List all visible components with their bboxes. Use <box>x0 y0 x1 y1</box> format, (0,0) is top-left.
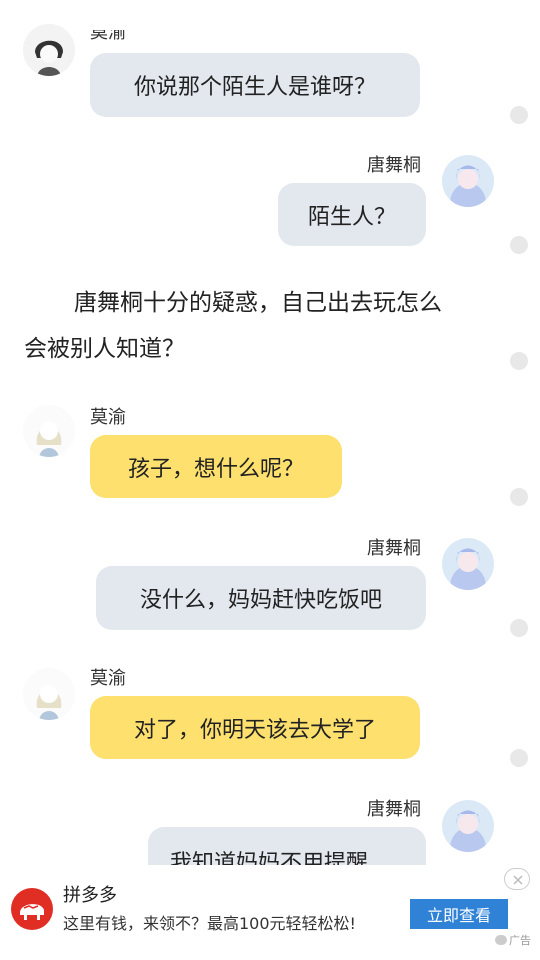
status-dot <box>510 488 528 506</box>
avatar-tangwutong <box>442 538 494 590</box>
sender-name: 唐舞桐 <box>367 155 421 176</box>
avatar-moyu <box>23 405 75 457</box>
chat-icon <box>495 935 507 945</box>
ad-label: 广告 <box>509 934 531 947</box>
status-dot <box>510 352 528 370</box>
status-dot <box>510 236 528 254</box>
message-text: 你说那个陌生人是谁呀？ <box>133 75 376 100</box>
avatar-tangwutong <box>442 155 494 207</box>
message-text: 孩子，想什么呢？ <box>127 456 304 482</box>
message-text: 陌生人？ <box>307 204 396 230</box>
view-now-button[interactable]: 立即查看 <box>410 899 508 929</box>
message-text: 没什么，妈妈赶快吃饭吧 <box>139 588 382 613</box>
message-bubble[interactable]: 对了，你明天该去大学了 <box>90 696 420 759</box>
ad-banner[interactable]: 拼多多 这里有钱，来领不？最高100元轻轻松松! 立即查看 广告 <box>0 865 540 960</box>
sender-name: 唐舞桐 <box>367 538 421 559</box>
status-dot <box>510 619 528 637</box>
ad-title: 拼多多 <box>63 885 117 906</box>
message-bubble[interactable]: 陌生人？ <box>278 183 426 246</box>
narration-line: 唐舞桐十分的疑惑，自己出去玩怎么 <box>74 290 442 316</box>
avatar-moyu <box>23 24 75 76</box>
sender-name: 莫渝 <box>90 22 126 43</box>
avatar-moyu <box>23 668 75 720</box>
sender-name: 莫渝 <box>90 407 126 428</box>
message-text: 对了，你明天该去大学了 <box>133 717 376 743</box>
message-bubble[interactable]: 没什么，妈妈赶快吃饭吧 <box>96 566 426 630</box>
message-bubble[interactable]: 你说那个陌生人是谁呀？ <box>90 53 420 117</box>
narration-text: 唐舞桐十分的疑惑，自己出去玩怎么 会被别人知道？ <box>24 280 504 372</box>
sender-name: 唐舞桐 <box>367 799 421 820</box>
status-dot <box>510 749 528 767</box>
avatar-tangwutong <box>442 800 494 852</box>
close-icon[interactable] <box>504 868 530 890</box>
ad-description: 这里有钱，来领不？最高100元轻轻松松! <box>63 914 356 933</box>
message-bubble[interactable]: 孩子，想什么呢？ <box>90 435 342 498</box>
narration-line: 会被别人知道？ <box>24 336 185 362</box>
status-dot <box>510 106 528 124</box>
pinduoduo-logo-icon <box>11 888 53 930</box>
sender-name: 莫渝 <box>90 668 126 689</box>
